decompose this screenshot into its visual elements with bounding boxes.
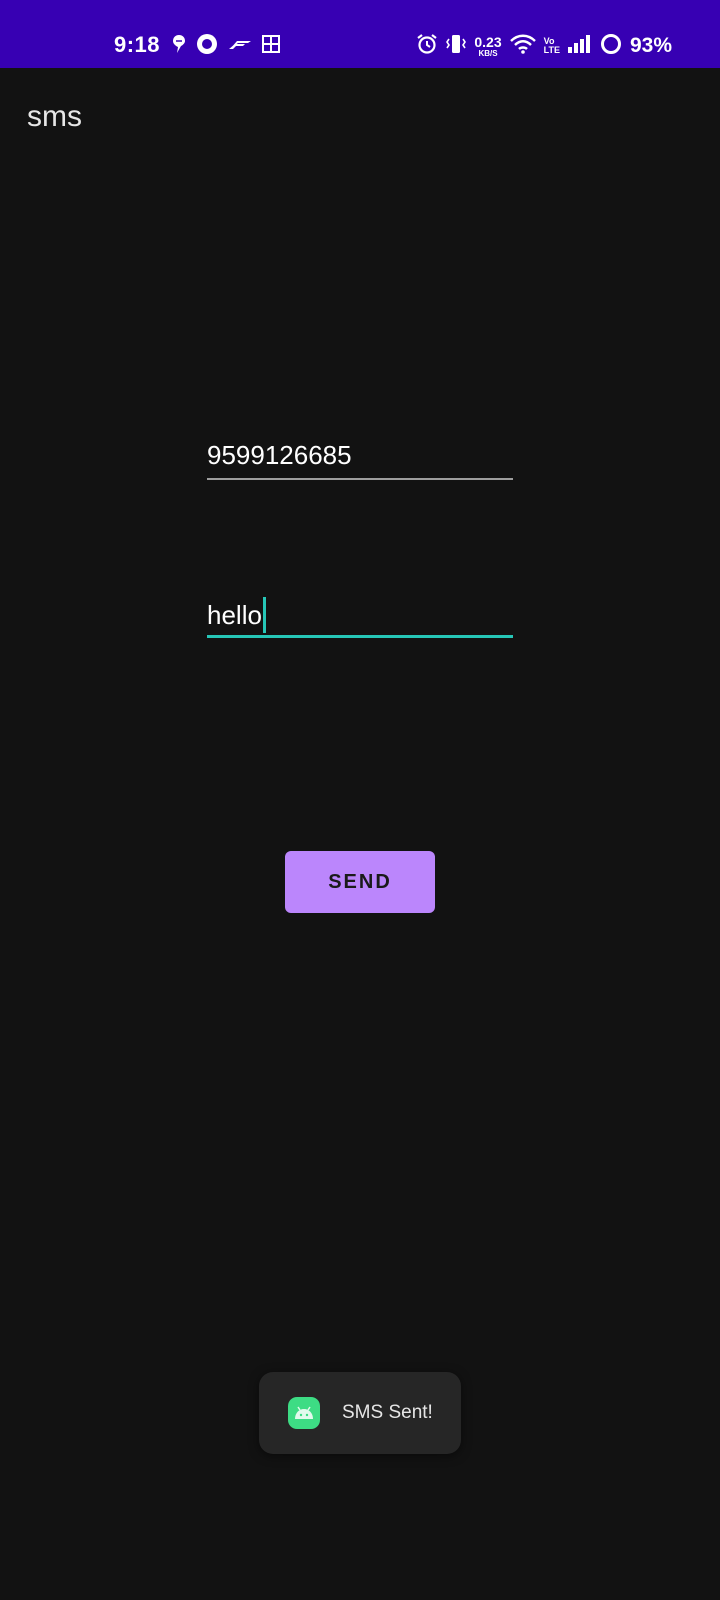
f1-icon <box>228 37 252 55</box>
swiggy-icon <box>172 34 186 59</box>
phone-number-input[interactable]: 9599126685 <box>207 436 513 480</box>
toast-message: SMS Sent! <box>342 1402 433 1423</box>
uniqlo-icon <box>262 34 280 58</box>
status-bar: 9:18 0.23 KB/S Vo LTE 93% <box>0 0 720 68</box>
vibrate-icon <box>446 33 467 60</box>
battery-percent: 93% <box>629 34 672 57</box>
message-field-content: hello <box>207 597 266 633</box>
volte-bottom: LTE <box>543 45 560 55</box>
signal-icon <box>567 34 592 58</box>
status-indicators: 0.23 KB/S Vo LTE 93% <box>416 31 672 61</box>
android-icon <box>288 1397 320 1429</box>
notification-icons <box>172 33 280 59</box>
app-title: sms <box>27 100 82 133</box>
message-value: hello <box>207 599 262 630</box>
send-button[interactable]: SEND <box>285 851 435 913</box>
circle-app-icon <box>196 33 218 60</box>
network-speed-unit: KB/S <box>478 48 498 58</box>
message-input[interactable]: hello <box>207 593 513 638</box>
battery-ring-icon <box>600 33 622 60</box>
network-speed-value: 0.23 <box>474 33 502 50</box>
network-speed: 0.23 KB/S <box>474 35 501 58</box>
wifi-icon <box>509 34 536 59</box>
toast: SMS Sent! <box>259 1372 461 1454</box>
volte-icon: Vo LTE <box>544 37 560 55</box>
alarm-icon <box>416 33 438 60</box>
phone-number-value: 9599126685 <box>207 440 352 470</box>
text-cursor <box>262 597 266 633</box>
status-time: 9:18 <box>114 32 161 57</box>
screen: 9:18 0.23 KB/S Vo LTE 93% sms 9599126685… <box>0 0 720 1600</box>
